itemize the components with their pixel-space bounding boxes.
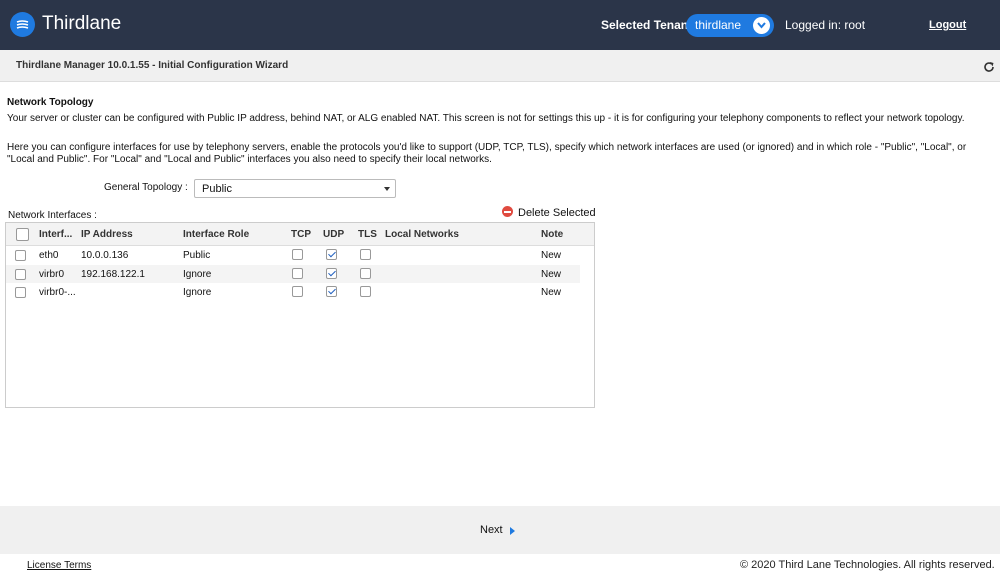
thirdlane-logo-icon: [10, 12, 35, 37]
next-button[interactable]: Next: [480, 524, 503, 536]
description-paragraph-1: Your server or cluster can be configured…: [7, 113, 965, 124]
cell-interface: eth0: [39, 250, 59, 261]
udp-checkbox[interactable]: [326, 267, 337, 279]
delete-selected-label: Delete Selected: [518, 207, 596, 219]
cell-interface: virbr0: [39, 268, 65, 280]
tcp-checkbox[interactable]: [292, 267, 303, 279]
cell-ip-address: 10.0.0.136: [81, 250, 129, 261]
tls-checkbox[interactable]: [360, 249, 371, 260]
description-paragraph-2: Here you can configure interfaces for us…: [7, 142, 967, 165]
col-note[interactable]: Note: [541, 229, 563, 240]
select-all-checkbox[interactable]: [16, 228, 29, 241]
col-interface-role[interactable]: Interface Role: [183, 229, 249, 240]
general-topology-select[interactable]: Public: [194, 179, 396, 198]
chevron-down-icon: [753, 17, 770, 34]
remove-icon: [502, 206, 513, 217]
cell-note: New: [541, 287, 562, 298]
col-tcp[interactable]: TCP: [291, 229, 311, 240]
table-row[interactable]: eth0 10.0.0.136 Public New: [6, 246, 580, 264]
general-topology-label: General Topology :: [104, 182, 188, 193]
license-terms-link[interactable]: License Terms: [27, 560, 91, 571]
cell-interface-role[interactable]: Public: [183, 250, 210, 261]
table-row[interactable]: virbr0 192.168.122.1 Ignore New: [6, 264, 580, 283]
copyright-text: © 2020 Third Lane Technologies. All righ…: [740, 559, 995, 571]
tcp-checkbox[interactable]: [292, 249, 303, 260]
col-tls[interactable]: TLS: [358, 229, 377, 240]
top-bar: Thirdlane Selected Tenant : thirdlane Lo…: [0, 0, 1000, 50]
network-interfaces-label: Network Interfaces :: [8, 210, 97, 221]
cell-interface-role[interactable]: Ignore: [183, 287, 211, 298]
col-ip-address[interactable]: IP Address: [81, 229, 133, 240]
cell-ip-address: 192.168.122.1: [81, 268, 145, 280]
tcp-checkbox[interactable]: [292, 286, 303, 297]
next-arrow-icon[interactable]: [510, 527, 515, 535]
general-topology-value: Public: [202, 183, 232, 195]
grid-header: Interf... IP Address Interface Role TCP …: [6, 223, 594, 246]
tenant-select[interactable]: thirdlane: [686, 14, 774, 37]
logged-in-user: Logged in: root: [785, 18, 866, 32]
udp-checkbox[interactable]: [326, 249, 337, 260]
cell-interface-role[interactable]: Ignore: [183, 269, 211, 280]
table-row[interactable]: virbr0-... Ignore New: [6, 283, 580, 301]
row-select-checkbox[interactable]: [15, 287, 26, 298]
col-udp[interactable]: UDP: [323, 229, 344, 240]
refresh-icon[interactable]: [983, 61, 995, 73]
page-title: Thirdlane Manager 10.0.1.55 - Initial Co…: [16, 60, 289, 71]
row-select-checkbox[interactable]: [15, 268, 26, 280]
brand-name: Thirdlane: [42, 13, 122, 34]
cell-interface: virbr0-...: [39, 287, 76, 298]
section-title: Network Topology: [7, 97, 94, 108]
cell-note: New: [541, 250, 562, 261]
delete-selected-button[interactable]: Delete Selected: [502, 206, 596, 219]
row-select-checkbox[interactable]: [15, 250, 26, 261]
logout-link[interactable]: Logout: [929, 19, 966, 31]
col-interface[interactable]: Interf...: [39, 229, 72, 240]
tls-checkbox[interactable]: [360, 267, 371, 279]
network-interfaces-grid: Interf... IP Address Interface Role TCP …: [5, 222, 595, 408]
cell-note: New: [541, 268, 562, 280]
tls-checkbox[interactable]: [360, 286, 371, 297]
tenant-label: Selected Tenant :: [601, 18, 700, 32]
page-title-bar: Thirdlane Manager 10.0.1.55 - Initial Co…: [0, 50, 1000, 82]
dropdown-arrow-icon: [384, 187, 390, 191]
tenant-value: thirdlane: [695, 18, 742, 32]
udp-checkbox[interactable]: [326, 286, 337, 297]
col-local-networks[interactable]: Local Networks: [385, 229, 459, 240]
